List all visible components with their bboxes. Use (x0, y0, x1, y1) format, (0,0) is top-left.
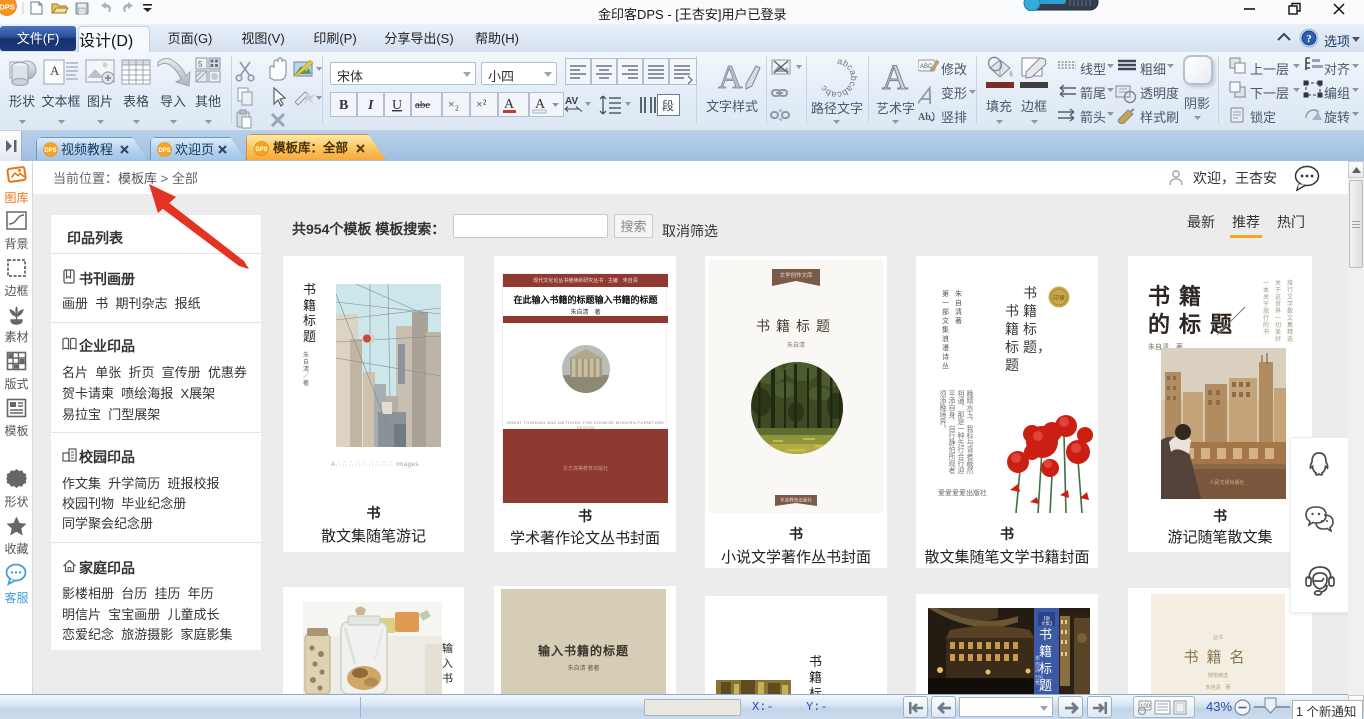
svg-text:文本框: 文本框 (41, 94, 80, 109)
svg-text:Ab: Ab (918, 112, 931, 123)
svg-text:×²: ×² (476, 97, 487, 111)
svg-text:印章: 印章 (1053, 294, 1065, 302)
svg-text:形状: 形状 (9, 94, 35, 109)
svg-text:DPS: DPS (255, 147, 267, 153)
svg-text:abcabcabcabc: abcabcabcabc (818, 58, 858, 98)
svg-text:东高教育出版社: 东高教育出版社 (780, 497, 812, 504)
svg-text:表格: 表格 (123, 94, 149, 109)
svg-text:文学创作文库: 文学创作文库 (779, 271, 813, 279)
svg-text:U: U (392, 98, 402, 113)
svg-text:人民交通出版社: 人民交通出版社 (1209, 479, 1244, 486)
svg-text:A: A (504, 97, 515, 112)
svg-text:DPS: DPS (158, 148, 170, 154)
svg-text:A: A (882, 57, 908, 96)
svg-text:B: B (339, 98, 348, 113)
svg-text:DPS: DPS (44, 148, 56, 154)
svg-text:5: 5 (198, 60, 203, 69)
svg-text:段: 段 (662, 98, 674, 113)
svg-text:I: I (367, 98, 374, 113)
svg-text:×₂: ×₂ (448, 97, 459, 111)
svg-text:?: ? (1306, 33, 1312, 45)
svg-text:A: A (50, 63, 60, 78)
svg-text:图片: 图片 (87, 94, 113, 109)
svg-text:导入: 导入 (160, 94, 186, 109)
svg-text:DPS: DPS (0, 3, 15, 12)
svg-text:AV: AV (565, 96, 578, 107)
svg-text:其他: 其他 (195, 94, 221, 109)
svg-text:abe: abe (415, 99, 430, 111)
svg-text:A: A (718, 59, 743, 94)
